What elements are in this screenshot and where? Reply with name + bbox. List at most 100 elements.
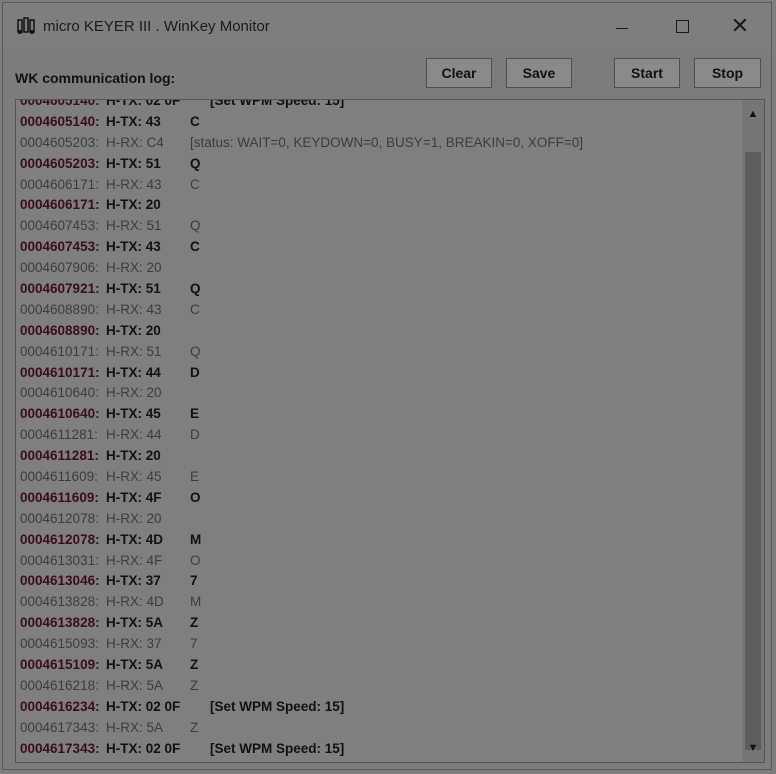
log-line: 0004610640: H-TX: 45 E: [20, 404, 738, 425]
log-line: 0004611281: H-RX: 44 D: [20, 425, 738, 446]
scroll-up-button[interactable]: ▲: [742, 100, 764, 128]
close-button[interactable]: ✕: [717, 3, 763, 49]
log-decoded-text: O: [190, 552, 201, 568]
log-line: 0004617343: H-TX: 02 0F [Set WPM Speed: 15…: [20, 739, 738, 760]
log-timestamp: 0004617343:: [20, 740, 100, 756]
minimize-button[interactable]: [599, 3, 645, 49]
log-timestamp: 0004605203:: [20, 134, 99, 150]
log-direction-code: H-TX: 20: [106, 322, 161, 338]
log-timestamp: 0004611609:: [20, 469, 98, 485]
log-direction-code: H-TX: 43: [106, 239, 161, 255]
save-button[interactable]: Save: [506, 58, 572, 88]
clear-button[interactable]: Clear: [426, 58, 492, 88]
log-decoded-text: 7: [190, 636, 198, 652]
log-timestamp: 0004607453:: [20, 239, 100, 255]
log-direction-code: H-TX: 51: [106, 281, 161, 297]
log-timestamp: 0004616234:: [20, 698, 100, 714]
start-button[interactable]: Start: [614, 58, 680, 88]
vertical-scrollbar[interactable]: ▲ ▼: [742, 100, 764, 762]
log-timestamp: 0004607921:: [20, 281, 100, 297]
maximize-icon: [675, 19, 689, 33]
log-decoded-text: C: [190, 239, 200, 255]
log-timestamp: 0004610640:: [20, 406, 100, 422]
log-direction-code: H-RX: 5A: [106, 719, 164, 735]
log-timestamp: 0004605140:: [20, 99, 100, 108]
log-decoded-text: M: [190, 594, 202, 610]
log-timestamp: 0004610640:: [20, 385, 99, 401]
minimize-icon: [616, 27, 628, 29]
log-direction-code: H-RX: 4D: [106, 594, 164, 610]
scroll-down-button[interactable]: ▼: [742, 734, 764, 762]
log-timestamp: 0004608890:: [20, 301, 99, 317]
maximize-button[interactable]: [659, 3, 705, 49]
log-decoded-text: Q: [190, 155, 201, 171]
log-direction-code: H-TX: 02 0F: [106, 740, 181, 756]
log-line: 0004607906: H-RX: 20: [20, 258, 738, 279]
log-direction-code: H-RX: 20: [106, 510, 162, 526]
log-line: 0004605203: H-TX: 51 Q: [20, 154, 738, 175]
log-timestamp: 0004617500:: [20, 760, 106, 763]
log-line: 0004615093: H-RX: 37 7: [20, 634, 738, 655]
log-decoded-text: 7: [190, 573, 198, 589]
log-direction-code: H-RX: 37: [106, 636, 162, 652]
chevron-down-icon: ▼: [747, 742, 759, 754]
log-line: 0004607453: H-RX: 51 Q: [20, 216, 738, 237]
log-decoded-text: [status: WAIT=0, KEYDOWN=0, BUSY=0, BREA…: [190, 760, 583, 763]
app-logo-icon: [17, 17, 35, 34]
log-line: 0004606171: H-TX: 20: [20, 195, 738, 216]
communication-log[interactable]: 0004605140: H-TX: 02 0F [Set WPM Speed: 15…: [15, 99, 765, 763]
log-timestamp: 0004615093:: [20, 636, 99, 652]
log-direction-code: H-RX: 44: [106, 427, 162, 443]
log-timestamp: 0004613828:: [20, 594, 99, 610]
log-timestamp: 0004607453:: [20, 218, 99, 234]
log-direction-code: H-TX: 02 0F: [106, 698, 181, 714]
close-icon: ✕: [730, 13, 750, 38]
log-line: 0004608890: H-RX: 43 C: [20, 300, 738, 321]
log-timestamp: 0004611281:: [20, 427, 98, 443]
log-timestamp: 0004611609:: [20, 489, 99, 505]
log-decoded-text: C: [190, 301, 200, 317]
log-direction-code: H-TX: 02 0F: [106, 99, 181, 108]
log-decoded-text: [Set WPM Speed: 15]: [210, 698, 345, 714]
log-decoded-text: Z: [190, 719, 199, 735]
log-direction-code: H-RX: 20: [106, 385, 162, 401]
log-timestamp: 0004615109:: [20, 657, 100, 673]
title-bar[interactable]: micro KEYER III . WinKey Monitor ✕: [3, 3, 771, 49]
log-direction-code: H-TX: 4F: [106, 489, 162, 505]
log-direction-code: H-RX: C4: [106, 134, 164, 150]
log-line: 0004612078: H-TX: 4D M: [20, 530, 738, 551]
log-decoded-text: D: [190, 364, 200, 380]
log-line: 0004611609: H-TX: 4F O: [20, 488, 738, 509]
stop-button[interactable]: Stop: [694, 58, 761, 88]
scrollbar-thumb[interactable]: [745, 152, 761, 750]
log-timestamp: 0004617343:: [20, 719, 99, 735]
log-timestamp: 0004613828:: [20, 615, 100, 631]
log-decoded-text: Z: [190, 615, 199, 631]
log-direction-code: H-TX: 43: [106, 113, 161, 129]
log-decoded-text: Z: [190, 657, 199, 673]
log-decoded-text: O: [190, 489, 201, 505]
log-direction-code: H-TX: 44: [106, 364, 161, 380]
log-line: 0004605140: H-TX: 43 C: [20, 112, 738, 133]
log-direction-code: H-RX: C0: [106, 760, 186, 763]
log-decoded-text: C: [190, 176, 200, 192]
log-line: 0004606171: H-RX: 43 C: [20, 175, 738, 196]
log-line: 0004607453: H-TX: 43 C: [20, 237, 738, 258]
log-timestamp: 0004605140:: [20, 113, 100, 129]
log-timestamp: 0004607906:: [20, 260, 99, 276]
log-line: 0004613031: H-RX: 4F O: [20, 551, 738, 572]
log-line: 0004605140: H-TX: 02 0F [Set WPM Speed: 15…: [20, 99, 738, 112]
log-timestamp: 0004610171:: [20, 343, 99, 359]
log-decoded-text: Q: [190, 281, 201, 297]
log-direction-code: H-RX: 43: [106, 176, 162, 192]
log-line: 0004611281: H-TX: 20: [20, 446, 738, 467]
log-decoded-text: [status: WAIT=0, KEYDOWN=0, BUSY=1, BREA…: [190, 134, 584, 150]
log-line: 0004616218: H-RX: 5A Z: [20, 676, 738, 697]
log-direction-code: H-TX: 37: [106, 573, 161, 589]
log-line: 0004611609: H-RX: 45 E: [20, 467, 738, 488]
log-line: 0004608890: H-TX: 20: [20, 321, 738, 342]
log-timestamp: 0004605203:: [20, 155, 100, 171]
log-direction-code: H-TX: 5A: [106, 657, 163, 673]
log-decoded-text: Z: [190, 677, 199, 693]
log-timestamp: 0004613046:: [20, 573, 100, 589]
